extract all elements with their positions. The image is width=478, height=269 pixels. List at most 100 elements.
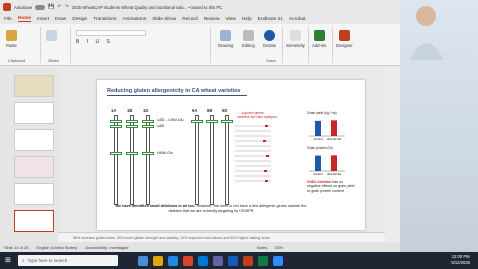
- find-icon: [242, 30, 254, 41]
- chromosome-6d: [225, 115, 229, 205]
- tab-insert[interactable]: Insert: [37, 17, 49, 22]
- slide-thumbnail[interactable]: [14, 102, 54, 124]
- autosave-toggle[interactable]: [35, 4, 46, 10]
- gene-box: [126, 120, 138, 123]
- gene-box: [142, 152, 154, 155]
- tab-record[interactable]: Record: [182, 17, 197, 22]
- gene-box: [221, 120, 233, 123]
- tab-animations[interactable]: Animations: [123, 17, 147, 22]
- tab-help[interactable]: Help: [242, 17, 252, 22]
- chromosome-1d: [146, 115, 150, 205]
- editing-button[interactable]: Editing: [242, 30, 255, 48]
- ribbon: Paste Clipboard Slides B I U S Drawing E…: [0, 24, 400, 66]
- group-label-clipboard: Clipboard: [8, 58, 26, 63]
- slide-thumbnail[interactable]: [14, 75, 54, 97]
- gene-box: [142, 125, 154, 128]
- search-icon: ⌕: [22, 258, 25, 263]
- grain-protein-chart: Control αG1-D2 del: [309, 155, 345, 176]
- ribbon-divider: [210, 27, 211, 63]
- zoom-icon[interactable]: [273, 255, 283, 266]
- gene-label: ω5D – LMW-Glu: [157, 118, 184, 122]
- slide[interactable]: Reducing gluten allergenicity in CA whea…: [97, 80, 365, 230]
- add-ins-button[interactable]: Add-ins: [312, 30, 326, 48]
- deletion-note-bold: GliD2 deletion: [307, 180, 332, 184]
- chart-bar: [331, 155, 337, 171]
- ribbon-tabs: File Home Insert Draw Design Transitions…: [0, 14, 400, 24]
- ribbon-divider: [70, 27, 71, 63]
- gene-box: [110, 120, 122, 123]
- chart-category-label: Control: [313, 172, 322, 176]
- save-icon[interactable]: 💾: [48, 4, 54, 10]
- tab-view[interactable]: View: [225, 17, 235, 22]
- chrome-icon[interactable]: [183, 255, 193, 266]
- grain-yield-chart: Control αG1-D2 del: [309, 120, 345, 141]
- new-slide-button[interactable]: [46, 30, 57, 43]
- slide-thumbnail[interactable]: [14, 129, 54, 151]
- title-bar: AutoSave 💾 ↶ ↷ 2025 WheatCAP students Wh…: [0, 0, 400, 14]
- taskbar: ⊞ ⌕ Type here to search 12:00 PM 5/12/20…: [0, 252, 478, 269]
- slide-thumbnail-pane[interactable]: [0, 67, 58, 242]
- paste-button[interactable]: Paste: [6, 30, 17, 48]
- chromosome-1a: [114, 115, 118, 205]
- tab-slide-show[interactable]: Slide Show: [152, 17, 176, 22]
- slide-thumbnail[interactable]: [14, 183, 54, 205]
- redo-icon[interactable]: ↷: [65, 4, 69, 10]
- sensitivity-button[interactable]: Sensitivity: [286, 30, 305, 48]
- chart-bar: [315, 155, 321, 171]
- slide-counter: Slide 13 of 26: [4, 244, 29, 250]
- tab-design[interactable]: Design: [72, 17, 87, 22]
- teams-icon[interactable]: [213, 255, 223, 266]
- font-format-icons[interactable]: B I U S: [76, 39, 196, 45]
- tab-draw[interactable]: Draw: [55, 17, 66, 22]
- language-indicator[interactable]: English (United States): [36, 245, 77, 250]
- ribbon-divider: [308, 27, 309, 63]
- task-view-icon[interactable]: [138, 255, 148, 266]
- window-title: 2025 WheatCAP students Wheat Quality and…: [71, 4, 223, 10]
- tab-transitions[interactable]: Transitions: [93, 17, 116, 22]
- designer-button[interactable]: Designer: [336, 30, 353, 48]
- clock[interactable]: 12:00 PM 5/12/2025: [451, 254, 470, 266]
- tab-acrobat[interactable]: Acrobat: [289, 17, 306, 22]
- powerpoint-logo-icon: [3, 3, 11, 11]
- tab-home[interactable]: Home: [17, 16, 32, 22]
- vertical-scrollbar[interactable]: [384, 67, 400, 242]
- status-bar: Slide 13 of 26 English (United States) A…: [0, 242, 400, 252]
- tab-review[interactable]: Review: [204, 17, 220, 22]
- chromosome-label: 1A: [111, 108, 117, 113]
- slide-icon: [46, 30, 57, 41]
- chromosome-1b: [130, 115, 134, 205]
- gene-box: [142, 120, 154, 123]
- chromosome-6b: [210, 115, 214, 205]
- font-controls[interactable]: B I U S: [76, 30, 196, 54]
- drawing-button[interactable]: Drawing: [218, 30, 233, 48]
- chart-category-label: αG1-D2 del: [327, 172, 342, 176]
- powerpoint-taskbar-icon[interactable]: [243, 255, 253, 266]
- slide-thumbnail-selected[interactable]: [14, 210, 54, 232]
- excel-icon[interactable]: [258, 255, 268, 266]
- deletion-note: GliD2 deletion has no negative effects o…: [307, 180, 357, 193]
- search-box[interactable]: ⌕ Type here to search: [18, 255, 118, 266]
- title-underline: [107, 95, 247, 96]
- gene-box: [206, 120, 218, 123]
- slide-thumbnail[interactable]: [14, 156, 54, 178]
- notes-button[interactable]: Notes: [257, 245, 267, 250]
- font-name-dropdown[interactable]: [76, 30, 146, 36]
- edge-icon[interactable]: [168, 255, 178, 266]
- chromosome-6a: [195, 115, 199, 205]
- windows-start-icon[interactable]: ⊞: [5, 256, 11, 264]
- tab-file[interactable]: File: [4, 17, 12, 22]
- dictate-button[interactable]: Dictate: [263, 30, 276, 48]
- outlook-icon[interactable]: [198, 255, 208, 266]
- gene-box: [126, 152, 138, 155]
- deletion-grid: [235, 125, 271, 182]
- chart-bar: [315, 120, 321, 136]
- word-icon[interactable]: [228, 255, 238, 266]
- speaker-notes[interactable]: 58% increase gluten index, 50% more glut…: [58, 232, 385, 242]
- chart-title: Grain protein (%): [307, 146, 333, 150]
- undo-icon[interactable]: ↶: [57, 4, 61, 10]
- accessibility-checker[interactable]: Accessibility: Investigate: [85, 245, 128, 250]
- chromosome-label: 1B: [127, 108, 133, 113]
- file-explorer-icon[interactable]: [153, 255, 163, 266]
- zoom-level[interactable]: 53%: [275, 245, 283, 250]
- tab-endnote[interactable]: EndNote 21: [258, 17, 283, 22]
